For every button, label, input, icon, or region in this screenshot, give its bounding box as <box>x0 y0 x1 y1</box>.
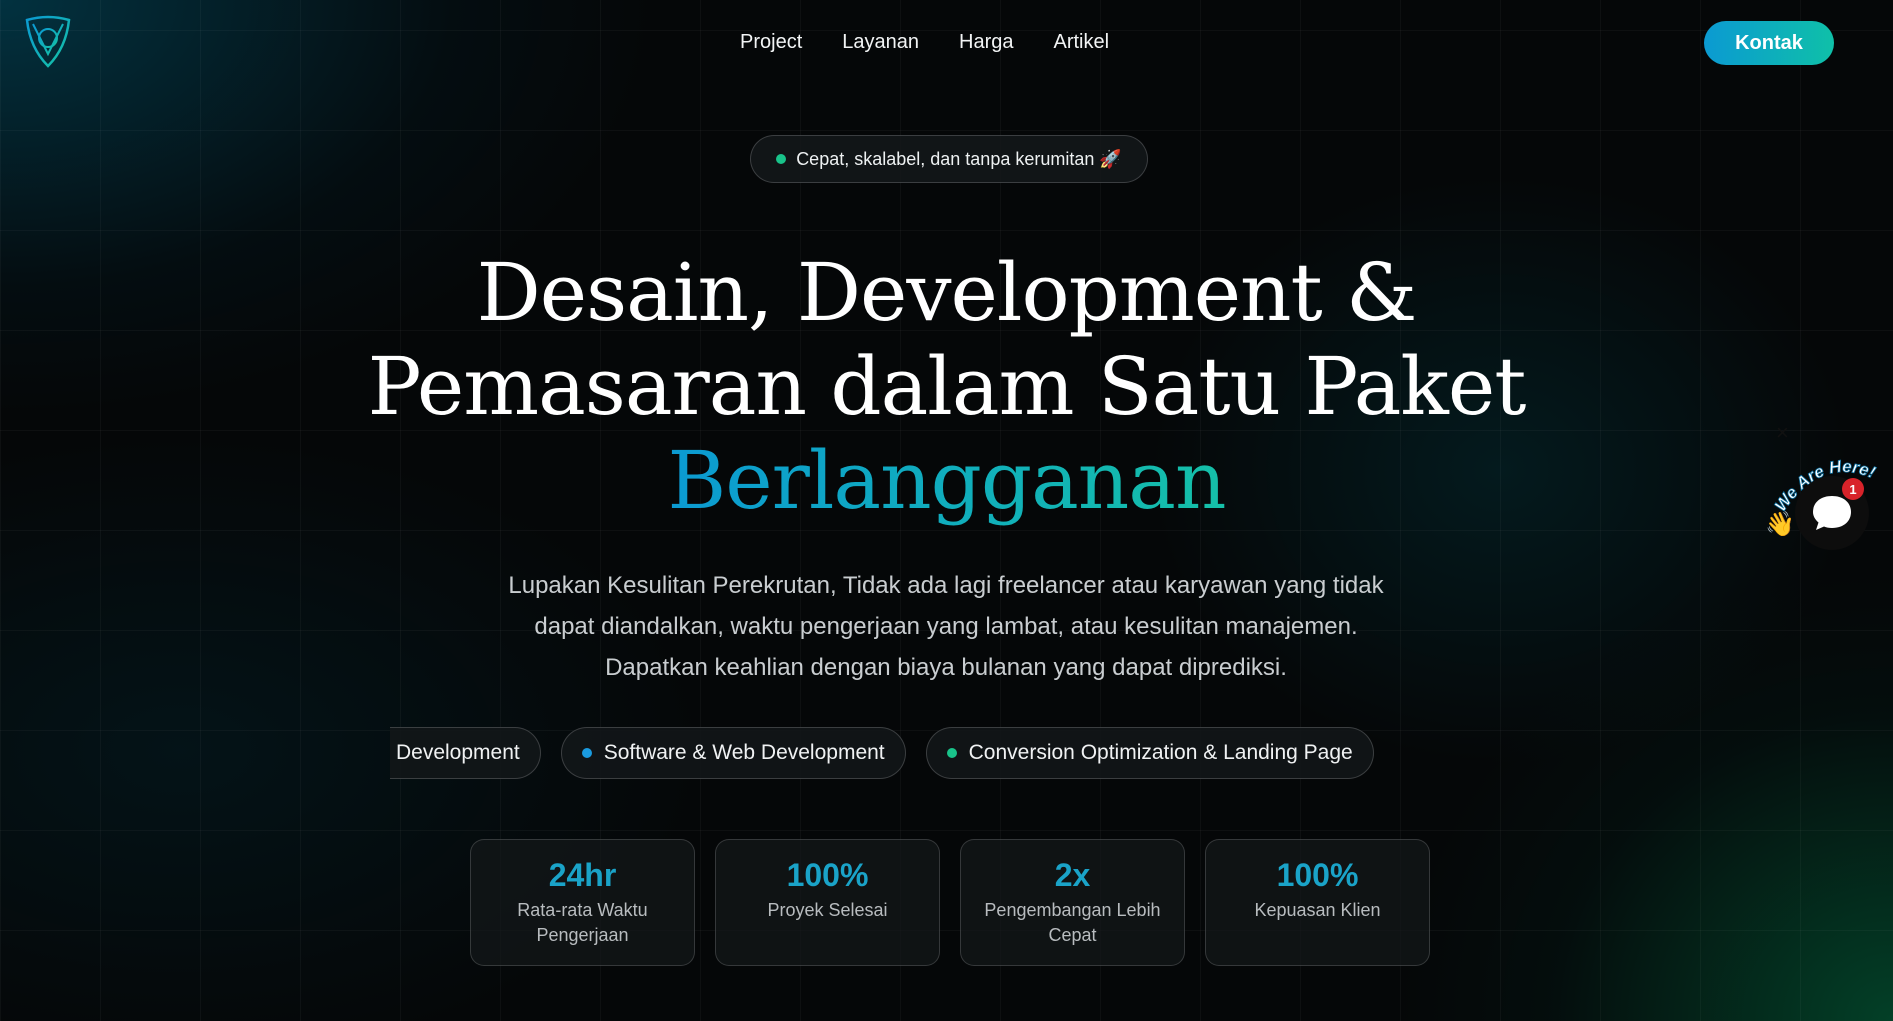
stat-card: 100% Kepuasan Klien <box>1205 839 1430 966</box>
service-chip: Brand Storytelling & Campaign Developmen… <box>390 727 541 779</box>
chip-dot-icon <box>946 748 957 758</box>
chip-dot-icon <box>581 748 592 758</box>
stat-label: Kepuasan Klien <box>1254 900 1381 920</box>
headline-accent: Berlangganan <box>667 434 1226 527</box>
main-nav: Project Layanan Harga Artikel <box>740 31 1109 54</box>
stat-value: 24hr <box>548 857 617 893</box>
service-chip-label: Software & Web Development <box>603 741 885 764</box>
chat-widget[interactable]: We Are Here! 👋 1 <box>1765 455 1890 555</box>
service-chip-label: Brand Storytelling & Campaign Developmen… <box>390 741 520 764</box>
service-chip-label: Conversion Optimization & Landing Page <box>968 741 1353 764</box>
stat-label: Rata-rata Waktu Pengerjaan <box>517 900 648 945</box>
headline-line-1: Desain, Development & <box>476 246 1418 339</box>
stat-card: 24hr Rata-rata Waktu Pengerjaan <box>470 839 695 966</box>
hero-subtitle: Lupakan Kesulitan Perekrutan, Tidak ada … <box>466 565 1426 688</box>
service-chip: Software & Web Development <box>560 727 906 779</box>
page: Project Layanan Harga Artikel Kontak Cep… <box>0 0 1893 1021</box>
nav-link-artikel[interactable]: Artikel <box>1053 31 1109 54</box>
waving-hand-icon: 👋 <box>1765 511 1795 538</box>
brand-logo-icon[interactable] <box>22 14 74 68</box>
nav-link-project[interactable]: Project <box>740 31 802 54</box>
stat-card: 2x Pengembangan Lebih Cepat <box>960 839 1185 966</box>
service-chip: Conversion Optimization & Landing Page <box>925 727 1374 779</box>
stat-label: Proyek Selesai <box>767 900 888 920</box>
stat-value: 2x <box>1054 857 1091 893</box>
stat-card: 100% Proyek Selesai <box>715 839 940 966</box>
tagline-badge: Cepat, skalabel, dan tanpa kerumitan 🚀 <box>750 135 1148 183</box>
chat-close-icon[interactable]: × <box>1776 422 1789 444</box>
nav-link-layanan[interactable]: Layanan <box>842 31 919 54</box>
stat-value: 100% <box>786 857 869 893</box>
subtitle-line-3: Dapatkan keahlian dengan biaya bulanan y… <box>605 654 1287 681</box>
stat-value: 100% <box>1276 857 1359 893</box>
stat-label: Pengembangan Lebih Cepat <box>984 900 1161 945</box>
nav-link-harga[interactable]: Harga <box>959 31 1013 54</box>
subtitle-line-2: dapat diandalkan, waktu pengerjaan yang … <box>534 613 1358 640</box>
marquee-track: Brand Storytelling & Campaign Developmen… <box>390 727 1374 779</box>
chat-notification-badge: 1 <box>1842 478 1864 500</box>
services-marquee: Brand Storytelling & Campaign Developmen… <box>390 727 1510 779</box>
subtitle-line-1: Lupakan Kesulitan Perekrutan, Tidak ada … <box>508 572 1384 599</box>
headline-line-2: Pemasaran dalam Satu Paket <box>367 340 1527 433</box>
hero-headline: Desain, Development & Pemasaran dalam Sa… <box>0 246 1893 528</box>
stats-row: 24hr Rata-rata Waktu Pengerjaan 100% Pro… <box>470 839 1430 966</box>
status-dot-icon <box>776 154 787 164</box>
tagline-text: Cepat, skalabel, dan tanpa kerumitan 🚀 <box>796 148 1122 169</box>
contact-button[interactable]: Kontak <box>1704 21 1834 65</box>
